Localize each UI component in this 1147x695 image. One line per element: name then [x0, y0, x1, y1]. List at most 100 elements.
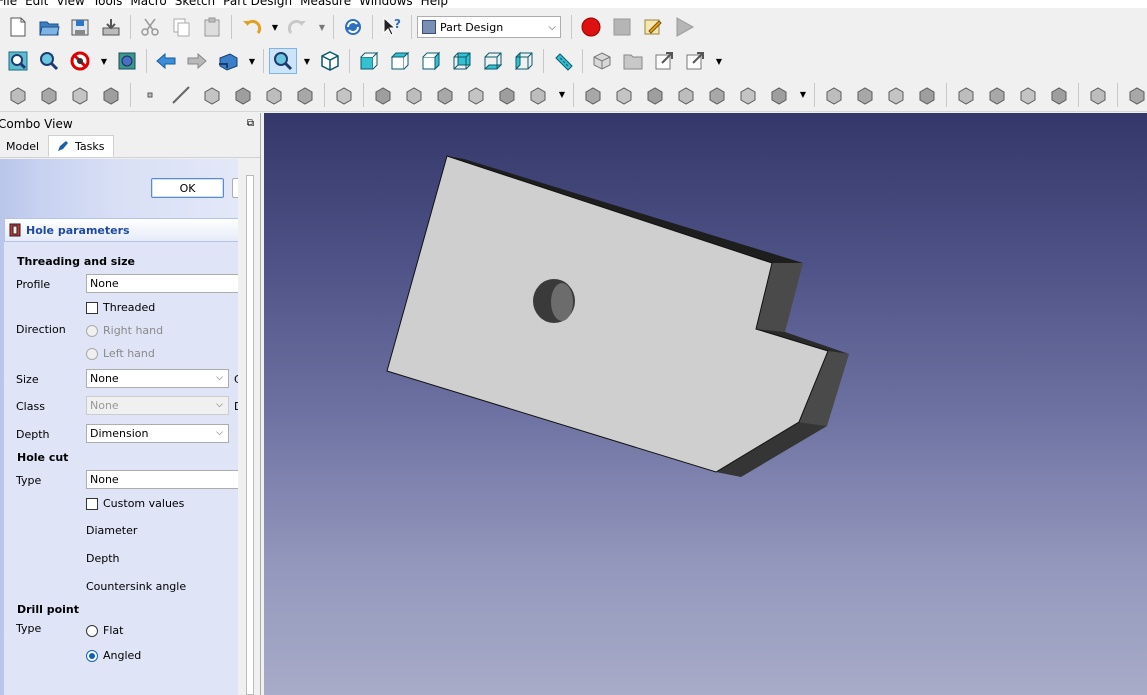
right-view-button[interactable] — [417, 48, 445, 74]
paste-button[interactable] — [198, 14, 226, 40]
top-view-button[interactable] — [386, 48, 414, 74]
menu-file[interactable]: File — [0, 0, 25, 8]
3d-view[interactable] — [264, 113, 1147, 695]
hole-button[interactable] — [610, 82, 638, 108]
revolution-button[interactable] — [400, 82, 428, 108]
whats-this-button[interactable]: ? — [378, 14, 406, 40]
subtractive-primitive-dropdown[interactable]: ▼ — [796, 82, 810, 108]
profile-field[interactable]: None — [86, 274, 238, 293]
menu-help[interactable]: Help — [421, 0, 456, 8]
polar-pattern-button[interactable] — [882, 82, 910, 108]
thickness-button[interactable] — [1045, 82, 1073, 108]
chamfer-button[interactable] — [983, 82, 1011, 108]
front-view-button[interactable] — [355, 48, 383, 74]
linear-pattern-button[interactable] — [851, 82, 879, 108]
size-dropdown[interactable]: None ⌵ — [86, 369, 229, 388]
new-file-button[interactable] — [4, 14, 32, 40]
bounding-box-button[interactable] — [113, 48, 141, 74]
menu-tools[interactable]: Tools — [93, 0, 131, 8]
menu-macro[interactable]: Macro — [130, 0, 174, 8]
left-hand-radio[interactable]: Left hand — [86, 347, 155, 360]
custom-values-checkbox[interactable]: Custom values — [86, 497, 184, 510]
menu-view[interactable]: View — [56, 0, 92, 8]
forward-button[interactable] — [183, 48, 211, 74]
workbench-selector[interactable]: Part Design ⌵ — [417, 16, 561, 38]
edit-macro-button[interactable] — [639, 14, 667, 40]
menu-part-design[interactable]: Part Design — [223, 0, 300, 8]
hole-cut-type-field[interactable]: None — [86, 470, 238, 489]
menu-edit[interactable]: Edit — [25, 0, 56, 8]
datum-plane-button[interactable] — [198, 82, 226, 108]
tab-model[interactable]: Model — [0, 135, 48, 157]
angled-radio[interactable]: Angled — [86, 649, 141, 662]
link-button[interactable] — [650, 48, 678, 74]
validate-sketch-button[interactable] — [66, 82, 94, 108]
undo-button[interactable] — [237, 14, 265, 40]
left-view-button[interactable] — [510, 48, 538, 74]
part-button[interactable] — [588, 48, 616, 74]
measure-linear-button[interactable] — [1123, 82, 1147, 108]
helix-button[interactable] — [493, 82, 521, 108]
rear-view-button[interactable] — [448, 48, 476, 74]
threaded-checkbox[interactable]: Threaded — [86, 301, 155, 314]
undock-icon[interactable]: ⧉ — [247, 118, 254, 129]
stop-macro-button[interactable] — [608, 14, 636, 40]
copy-button[interactable] — [167, 14, 195, 40]
subshape-binder-button[interactable] — [291, 82, 319, 108]
create-sketch-button[interactable] — [35, 82, 63, 108]
right-hand-radio[interactable]: Right hand — [86, 324, 163, 337]
draft-button[interactable] — [1014, 82, 1042, 108]
body-button[interactable] — [4, 82, 32, 108]
subtractive-loft-button[interactable] — [672, 82, 700, 108]
bottom-view-button[interactable] — [479, 48, 507, 74]
link-actions-dropdown[interactable]: ▼ — [712, 48, 726, 74]
hole-parameters-header[interactable]: Hole parameters — [4, 218, 238, 242]
mirrored-button[interactable] — [820, 82, 848, 108]
refresh-button[interactable] — [339, 14, 367, 40]
cut-button[interactable] — [136, 14, 164, 40]
save-as-button[interactable] — [97, 14, 125, 40]
menu-measure[interactable]: Measure — [300, 0, 359, 8]
pad-button[interactable] — [369, 82, 397, 108]
multi-transform-button[interactable] — [913, 82, 941, 108]
subtractive-primitive-button[interactable] — [765, 82, 793, 108]
zoom-dropdown[interactable]: ▼ — [300, 48, 314, 74]
class-dropdown[interactable]: None ⌵ — [86, 396, 229, 415]
pipe-button[interactable] — [462, 82, 490, 108]
ok-button[interactable]: OK — [151, 178, 224, 198]
group-button[interactable] — [619, 48, 647, 74]
zoom-button[interactable] — [269, 48, 297, 74]
flat-radio[interactable]: Flat — [86, 624, 123, 637]
workbench-nav-button[interactable] — [214, 48, 242, 74]
shape-binder-button[interactable] — [97, 82, 125, 108]
clone-button[interactable] — [260, 82, 288, 108]
local-cs-button[interactable] — [229, 82, 257, 108]
open-file-button[interactable] — [35, 14, 63, 40]
back-button[interactable] — [152, 48, 180, 74]
fillet-button[interactable] — [952, 82, 980, 108]
fit-selection-button[interactable] — [35, 48, 63, 74]
subtractive-helix-button[interactable] — [734, 82, 762, 108]
depth-dropdown[interactable]: Dimension ⌵ — [86, 424, 229, 443]
datum-line-button[interactable] — [167, 82, 195, 108]
record-macro-button[interactable] — [577, 14, 605, 40]
measure-button[interactable] — [549, 48, 577, 74]
subtractive-pipe-button[interactable] — [703, 82, 731, 108]
groove-button[interactable] — [641, 82, 669, 108]
boolean-button[interactable] — [1084, 82, 1112, 108]
save-button[interactable] — [66, 14, 94, 40]
datum-point-button[interactable] — [136, 82, 164, 108]
tab-tasks[interactable]: Tasks — [48, 135, 114, 157]
additive-primitive-dropdown[interactable]: ▼ — [555, 82, 569, 108]
additive-primitive-button[interactable] — [524, 82, 552, 108]
sprocket-button[interactable] — [330, 82, 358, 108]
task-panel-scrollbar[interactable] — [246, 175, 254, 695]
draw-style-button[interactable] — [66, 48, 94, 74]
isometric-view-button[interactable] — [316, 48, 344, 74]
pocket-button[interactable] — [579, 82, 607, 108]
link-actions-button[interactable] — [681, 48, 709, 74]
redo-button[interactable] — [284, 14, 312, 40]
draw-style-dropdown[interactable]: ▼ — [97, 48, 111, 74]
undo-dropdown[interactable]: ▼ — [268, 14, 282, 40]
loft-button[interactable] — [431, 82, 459, 108]
